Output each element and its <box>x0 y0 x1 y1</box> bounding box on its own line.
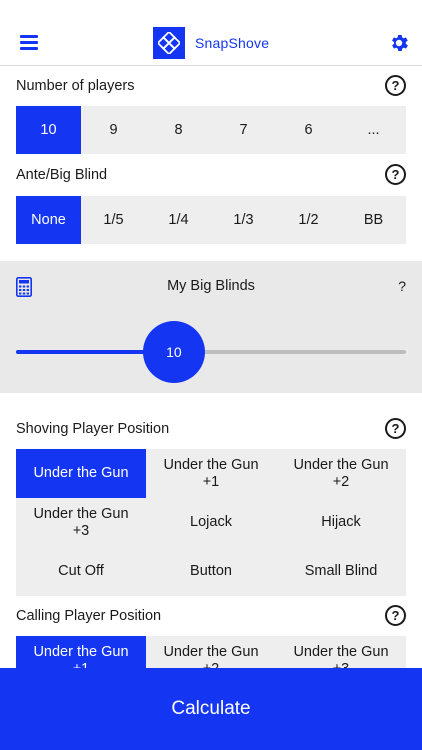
players-option[interactable]: 8 <box>146 106 211 154</box>
hamburger-icon[interactable] <box>20 35 38 50</box>
shoving-position-option[interactable]: Cut Off <box>16 547 146 596</box>
shoving-position-option[interactable]: Button <box>146 547 276 596</box>
players-help-icon[interactable]: ? <box>385 75 406 96</box>
shoving-position-option[interactable]: Under the Gun <box>16 449 146 498</box>
navigation-bar: SnapShove <box>0 0 422 66</box>
shoving-position-option[interactable]: Under the Gun +2 <box>276 449 406 498</box>
players-option[interactable]: 6 <box>276 106 341 154</box>
brand: SnapShove <box>153 27 269 59</box>
ante-option[interactable]: 1/2 <box>276 196 341 244</box>
calling-position-option[interactable]: Under the Gun+3 <box>276 636 406 669</box>
ante-option[interactable]: 1/4 <box>146 196 211 244</box>
shoving-help-icon[interactable]: ? <box>385 418 406 439</box>
players-label: Number of players <box>16 78 135 94</box>
ante-option[interactable]: 1/5 <box>81 196 146 244</box>
big-blinds-help-icon[interactable]: ? <box>398 278 406 294</box>
ante-option[interactable]: BB <box>341 196 406 244</box>
slider-thumb[interactable]: 10 <box>142 321 205 383</box>
calculate-button[interactable]: Calculate <box>0 668 422 750</box>
shoving-position-option[interactable]: Small Blind <box>276 547 406 596</box>
app-title: SnapShove <box>195 35 270 51</box>
gear-icon[interactable] <box>388 32 410 54</box>
shoving-label: Shoving Player Position <box>16 421 170 437</box>
ante-option[interactable]: None <box>16 196 81 244</box>
ante-help-icon[interactable]: ? <box>385 164 406 185</box>
players-selector: 10 9 8 7 6 ... <box>16 106 406 154</box>
big-blinds-title: My Big Blinds <box>167 278 255 294</box>
players-option[interactable]: 10 <box>16 106 81 154</box>
calling-label: Calling Player Position <box>16 608 162 624</box>
players-option[interactable]: 7 <box>211 106 276 154</box>
shoving-position-option[interactable]: Under the Gun +1 <box>146 449 276 498</box>
players-option[interactable]: ... <box>341 106 406 154</box>
ante-selector: None 1/5 1/4 1/3 1/2 BB <box>16 196 406 244</box>
calling-position-viewport: Under the Gun+1 Under the Gun+2 Under th… <box>16 636 406 668</box>
shoving-position-option[interactable]: Hijack <box>276 498 406 547</box>
snapshove-logo-icon <box>153 27 185 59</box>
calling-position-option[interactable]: Under the Gun+2 <box>146 636 276 669</box>
calling-position-option[interactable]: Under the Gun+1 <box>16 636 146 668</box>
players-option[interactable]: 9 <box>81 106 146 154</box>
big-blinds-panel: My Big Blinds ? 10 <box>0 261 422 393</box>
calling-help-icon[interactable]: ? <box>385 605 406 626</box>
calling-position-grid: Under the Gun+1 Under the Gun+2 Under th… <box>16 636 406 668</box>
shoving-position-grid: Under the Gun Under the Gun +1 Under the … <box>16 449 406 596</box>
shoving-position-option[interactable]: Under the Gun +3 <box>16 498 146 547</box>
ante-option[interactable]: 1/3 <box>211 196 276 244</box>
ante-label: Ante/Big Blind <box>16 167 108 183</box>
shoving-position-option[interactable]: Lojack <box>146 498 276 547</box>
big-blinds-slider[interactable] <box>16 350 406 354</box>
